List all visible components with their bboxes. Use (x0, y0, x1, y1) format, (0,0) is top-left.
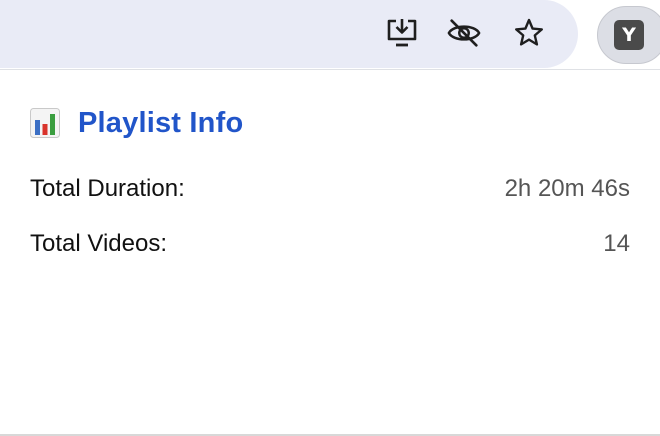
address-bar[interactable] (0, 0, 578, 68)
popup-header: Playlist Info (30, 105, 243, 141)
install-app-icon[interactable] (384, 15, 420, 51)
total-duration-row: Total Duration: 2h 20m 46s (30, 175, 630, 209)
playlist-info-popup: Playlist Info Total Duration: 2h 20m 46s… (0, 71, 660, 434)
popup-title: Playlist Info (78, 106, 244, 139)
eye-off-icon[interactable] (446, 15, 482, 51)
total-videos-label: Total Videos: (30, 230, 167, 257)
total-duration-value: 2h 20m 46s (504, 175, 630, 202)
extension-avatar: Y (614, 20, 644, 50)
total-videos-row: Total Videos: 14 (30, 230, 630, 264)
total-videos-value: 14 (603, 230, 630, 257)
bookmark-star-icon[interactable] (511, 15, 547, 51)
browser-toolbar: Y (0, 0, 660, 70)
total-duration-label: Total Duration: (30, 175, 185, 202)
extension-button[interactable]: Y (597, 6, 660, 64)
bar-chart-icon (30, 108, 60, 138)
